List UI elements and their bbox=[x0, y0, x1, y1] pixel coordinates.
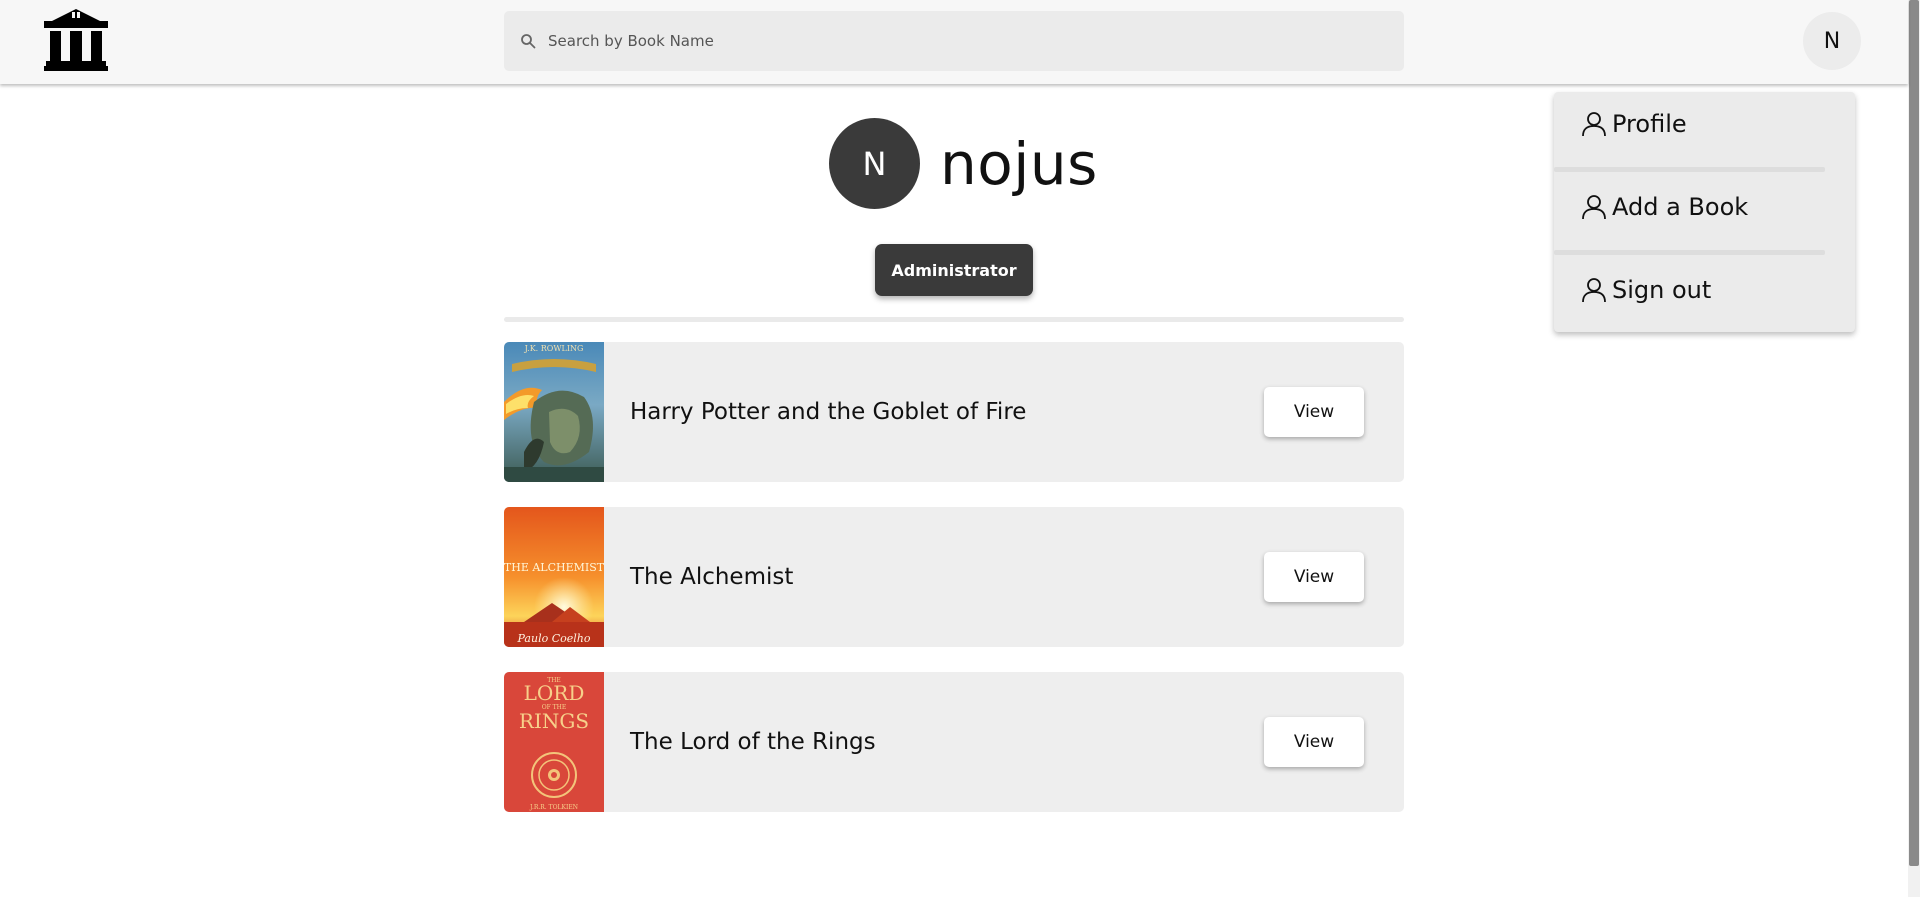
profile-header: N nojus bbox=[829, 118, 1098, 209]
user-dropdown-menu: Profile Add a Book Sign out bbox=[1554, 92, 1855, 332]
section-divider bbox=[504, 317, 1404, 322]
menu-divider bbox=[1554, 167, 1825, 172]
user-icon bbox=[1582, 278, 1606, 303]
cover-author: Paulo Coelho bbox=[517, 632, 591, 645]
menu-item-profile[interactable]: Profile bbox=[1580, 110, 1687, 138]
cover-title-line: LORD bbox=[524, 681, 585, 705]
museum-icon[interactable] bbox=[44, 9, 108, 71]
book-cover-image[interactable]: THE ALCHEMIST Paulo Coelho bbox=[504, 507, 604, 647]
role-badge: Administrator bbox=[875, 244, 1033, 296]
search-icon bbox=[521, 34, 536, 49]
book-cover-image[interactable]: THE LORD OF THE RINGS J.R.R. TOLKIEN bbox=[504, 672, 604, 812]
menu-divider bbox=[1554, 250, 1825, 255]
menu-item-label: Sign out bbox=[1612, 276, 1712, 304]
profile-avatar: N bbox=[829, 118, 920, 209]
book-title[interactable]: Harry Potter and the Goblet of Fire bbox=[630, 342, 1026, 482]
view-book-button[interactable]: View bbox=[1264, 717, 1364, 767]
profile-username: nojus bbox=[940, 129, 1098, 198]
book-title[interactable]: The Alchemist bbox=[630, 507, 793, 647]
search-input[interactable] bbox=[548, 32, 1388, 50]
top-header: N bbox=[0, 0, 1908, 84]
menu-item-label: Add a Book bbox=[1612, 193, 1749, 221]
book-row: THE ALCHEMIST Paulo Coelho The Alchemist… bbox=[504, 507, 1404, 647]
book-row: THE LORD OF THE RINGS J.R.R. TOLKIEN The… bbox=[504, 672, 1404, 812]
menu-item-add-book[interactable]: Add a Book bbox=[1580, 193, 1748, 221]
cover-author: J.K. ROWLING bbox=[524, 344, 584, 353]
scrollbar-thumb[interactable] bbox=[1909, 0, 1919, 866]
cover-title: THE ALCHEMIST bbox=[504, 561, 604, 574]
search-bar[interactable] bbox=[504, 11, 1404, 71]
user-avatar-button[interactable]: N bbox=[1803, 12, 1861, 70]
book-row: J.K. ROWLING Harry Potter and the Goblet… bbox=[504, 342, 1404, 482]
cover-author: J.R.R. TOLKIEN bbox=[529, 804, 578, 811]
book-cover-image[interactable]: J.K. ROWLING bbox=[504, 342, 604, 482]
book-title[interactable]: The Lord of the Rings bbox=[630, 672, 876, 812]
menu-item-label: Profile bbox=[1612, 110, 1687, 138]
view-book-button[interactable]: View bbox=[1264, 552, 1364, 602]
view-book-button[interactable]: View bbox=[1264, 387, 1364, 437]
user-icon bbox=[1582, 112, 1606, 137]
user-icon bbox=[1582, 195, 1606, 220]
cover-title-line: RINGS bbox=[519, 709, 589, 733]
menu-item-sign-out[interactable]: Sign out bbox=[1580, 276, 1711, 304]
